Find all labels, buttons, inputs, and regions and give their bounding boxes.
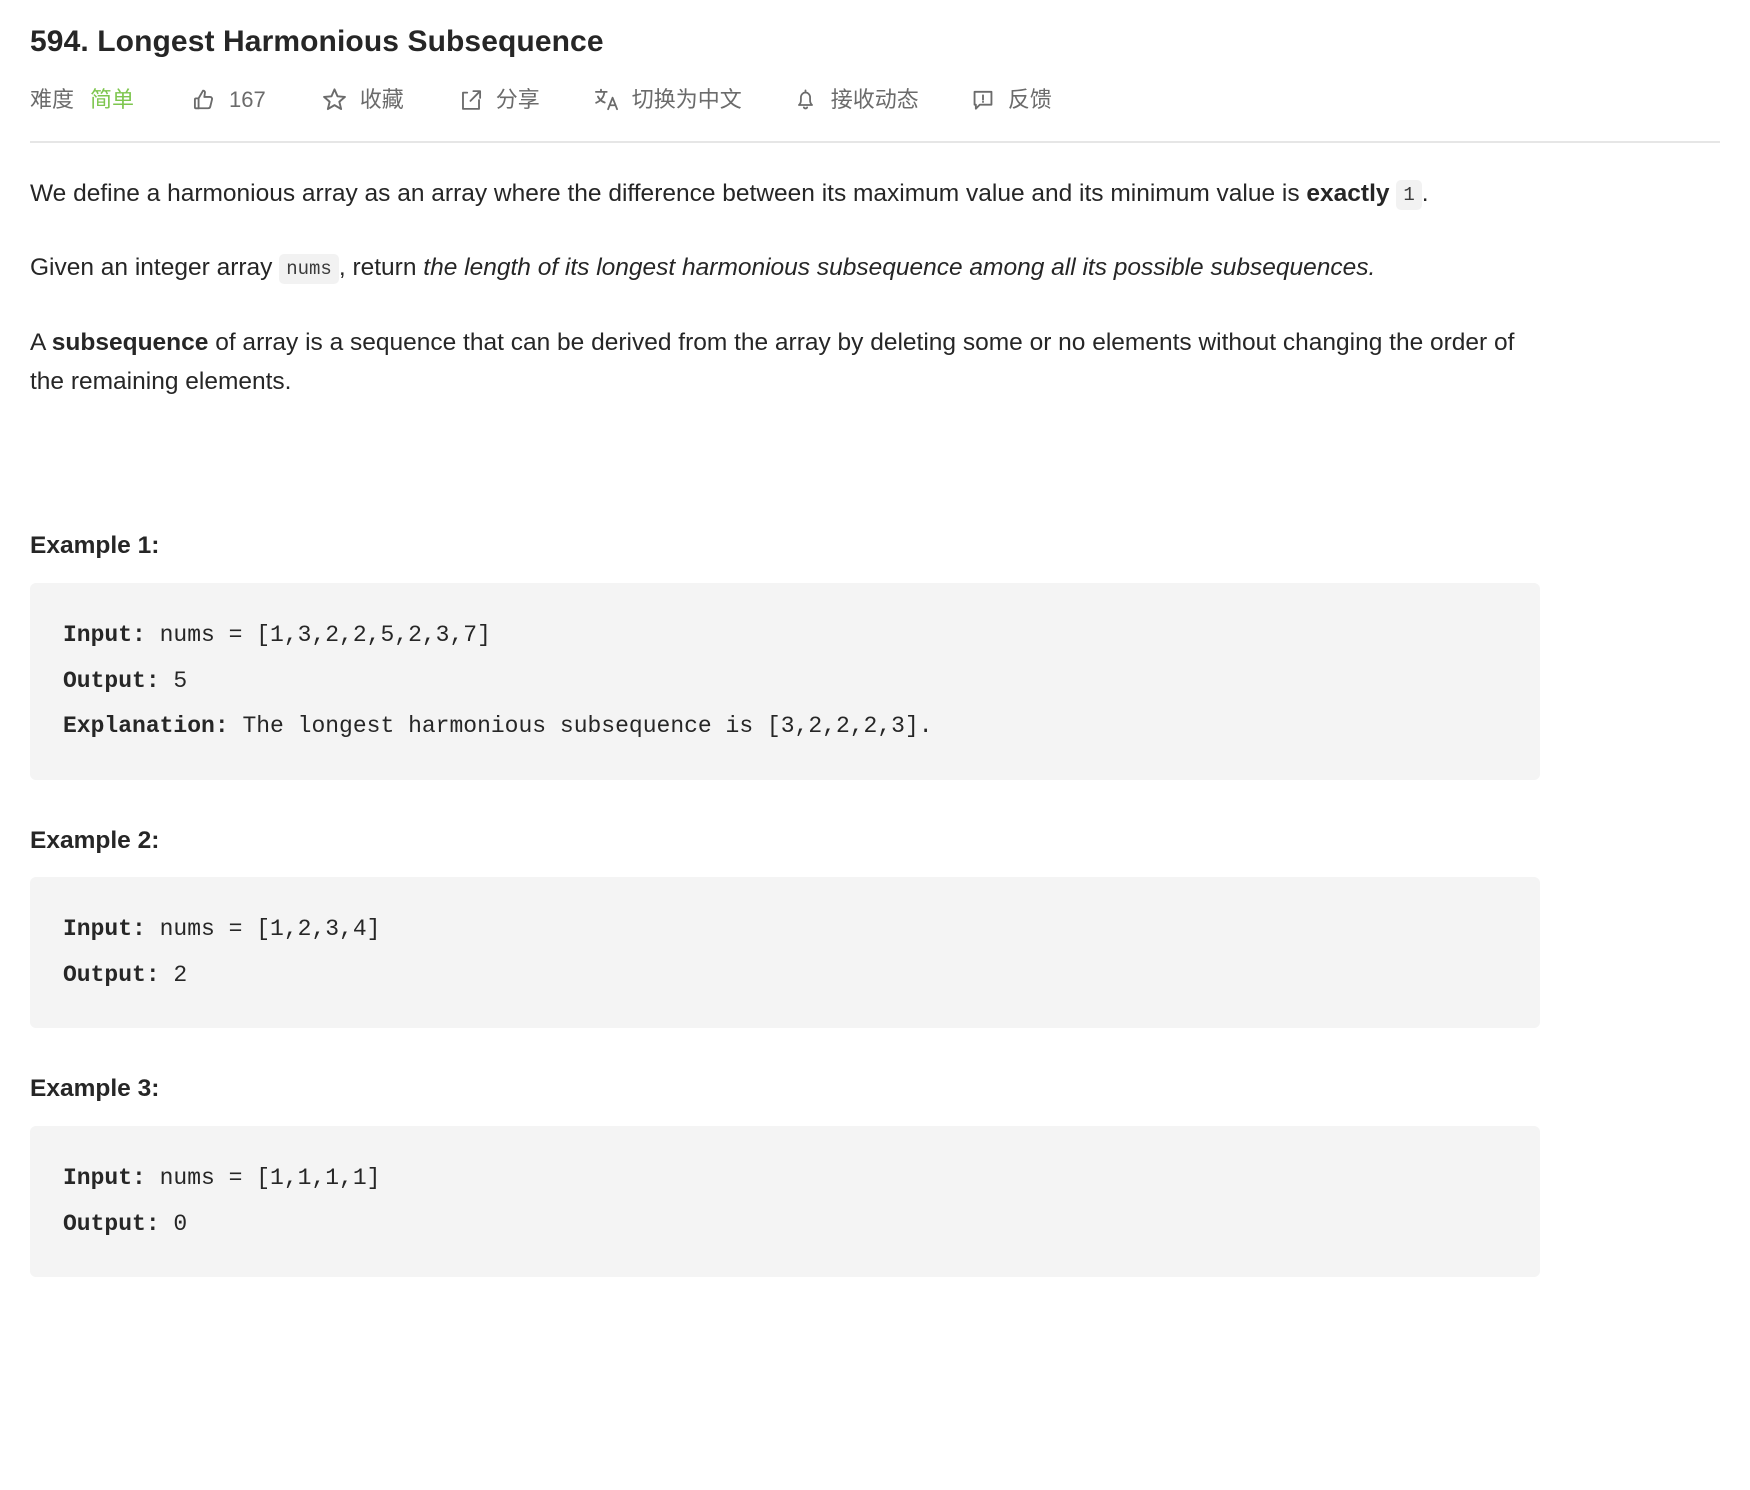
input-value: nums = [1,2,3,4] (145, 916, 381, 943)
paragraph-1-text: We define a harmonious array as an array… (30, 179, 1307, 207)
problem-meta-bar: 难度 简单 167 收藏 分享 切换为中文 接收动态 反馈 (30, 80, 1720, 120)
output-label: Output: (63, 961, 160, 988)
translate-label: 切换为中文 (631, 86, 742, 112)
difficulty-label: 难度 (30, 86, 75, 112)
paragraph-1-emphasis: exactly (1306, 179, 1390, 207)
problem-page: 594. Longest Harmonious Subsequence 难度 简… (0, 0, 1750, 1278)
share-icon (457, 86, 485, 114)
example-heading-1: Example 1: (30, 532, 160, 560)
output-value: 5 (159, 667, 188, 694)
output-value: 0 (159, 1210, 188, 1237)
paragraph-3-text-b: of array is a sequence that can be deriv… (30, 328, 1515, 395)
input-label: Input: (63, 916, 146, 943)
example-heading-2: Example 2: (30, 826, 160, 854)
page-title: 594. Longest Harmonious Subsequence (30, 25, 604, 58)
example-input-line: Input: nums = [1,2,3,4] (63, 907, 1507, 953)
paragraph-3-emphasis: subsequence (51, 328, 209, 356)
output-label: Output: (63, 1210, 160, 1237)
like-count: 167 (229, 86, 266, 112)
difficulty-group: 难度 简单 (30, 86, 135, 112)
example-input-line: Input: nums = [1,1,1,1] (63, 1156, 1507, 1202)
paragraph-2-text-b: , return (338, 254, 424, 282)
input-label: Input: (63, 622, 146, 649)
example-output-line: Output: 0 (63, 1202, 1507, 1248)
favorite-button[interactable]: 收藏 (321, 86, 404, 114)
example-explanation-line: Explanation: The longest harmonious subs… (63, 704, 1507, 750)
difficulty-badge: 简单 (90, 86, 135, 112)
example-input-line: Input: nums = [1,3,2,2,5,2,3,7] (63, 613, 1507, 659)
feedback-icon (969, 86, 997, 114)
subscribe-button[interactable]: 接收动态 (792, 86, 919, 114)
subscribe-label: 接收动态 (830, 86, 919, 112)
thumbs-up-icon (190, 86, 218, 114)
example-heading-3: Example 3: (30, 1075, 160, 1103)
translate-button[interactable]: 切换为中文 (593, 86, 742, 114)
input-value: nums = [1,3,2,2,5,2,3,7] (145, 622, 491, 649)
description-paragraph-2: Given an integer array nums, return the … (30, 221, 1540, 296)
example-block-2: Input: nums = [1,2,3,4] Output: 2 (30, 877, 1540, 1029)
example-output-line: Output: 2 (63, 953, 1507, 999)
share-label: 分享 (495, 86, 540, 112)
inline-code-one: 1 (1396, 179, 1422, 210)
description-paragraph-3: A subsequence of array is a sequence tha… (30, 296, 1540, 409)
output-label: Output: (63, 667, 160, 694)
description-paragraph-1: We define a harmonious array as an array… (30, 153, 1540, 222)
inline-code-nums: nums (279, 254, 339, 285)
paragraph-2-text-a: Given an integer array (30, 254, 280, 282)
problem-description: We define a harmonious array as an array… (30, 143, 1540, 1278)
share-button[interactable]: 分享 (457, 86, 540, 114)
like-button[interactable]: 167 (190, 86, 266, 114)
paragraph-3-text-a: A (30, 328, 52, 356)
star-icon (321, 86, 349, 114)
example-block-1: Input: nums = [1,3,2,2,5,2,3,7] Output: 5… (30, 583, 1540, 780)
example-block-3: Input: nums = [1,1,1,1] Output: 0 (30, 1126, 1540, 1278)
input-value: nums = [1,1,1,1] (145, 1165, 381, 1192)
explanation-value: The longest harmonious subsequence is [3… (228, 713, 933, 740)
input-label: Input: (63, 1165, 146, 1192)
title-row: 594. Longest Harmonious Subsequence (30, 0, 1720, 63)
feedback-button[interactable]: 反馈 (969, 86, 1052, 114)
paragraph-1-period: . (1421, 179, 1429, 207)
feedback-label: 反馈 (1007, 86, 1052, 112)
translate-icon (593, 86, 621, 114)
explanation-label: Explanation: (63, 713, 229, 740)
output-value: 2 (159, 961, 188, 988)
favorite-label: 收藏 (359, 86, 404, 112)
bell-icon (792, 86, 820, 114)
paragraph-2-italic: the length of its longest harmonious sub… (423, 254, 1376, 282)
example-output-line: Output: 5 (63, 659, 1507, 705)
